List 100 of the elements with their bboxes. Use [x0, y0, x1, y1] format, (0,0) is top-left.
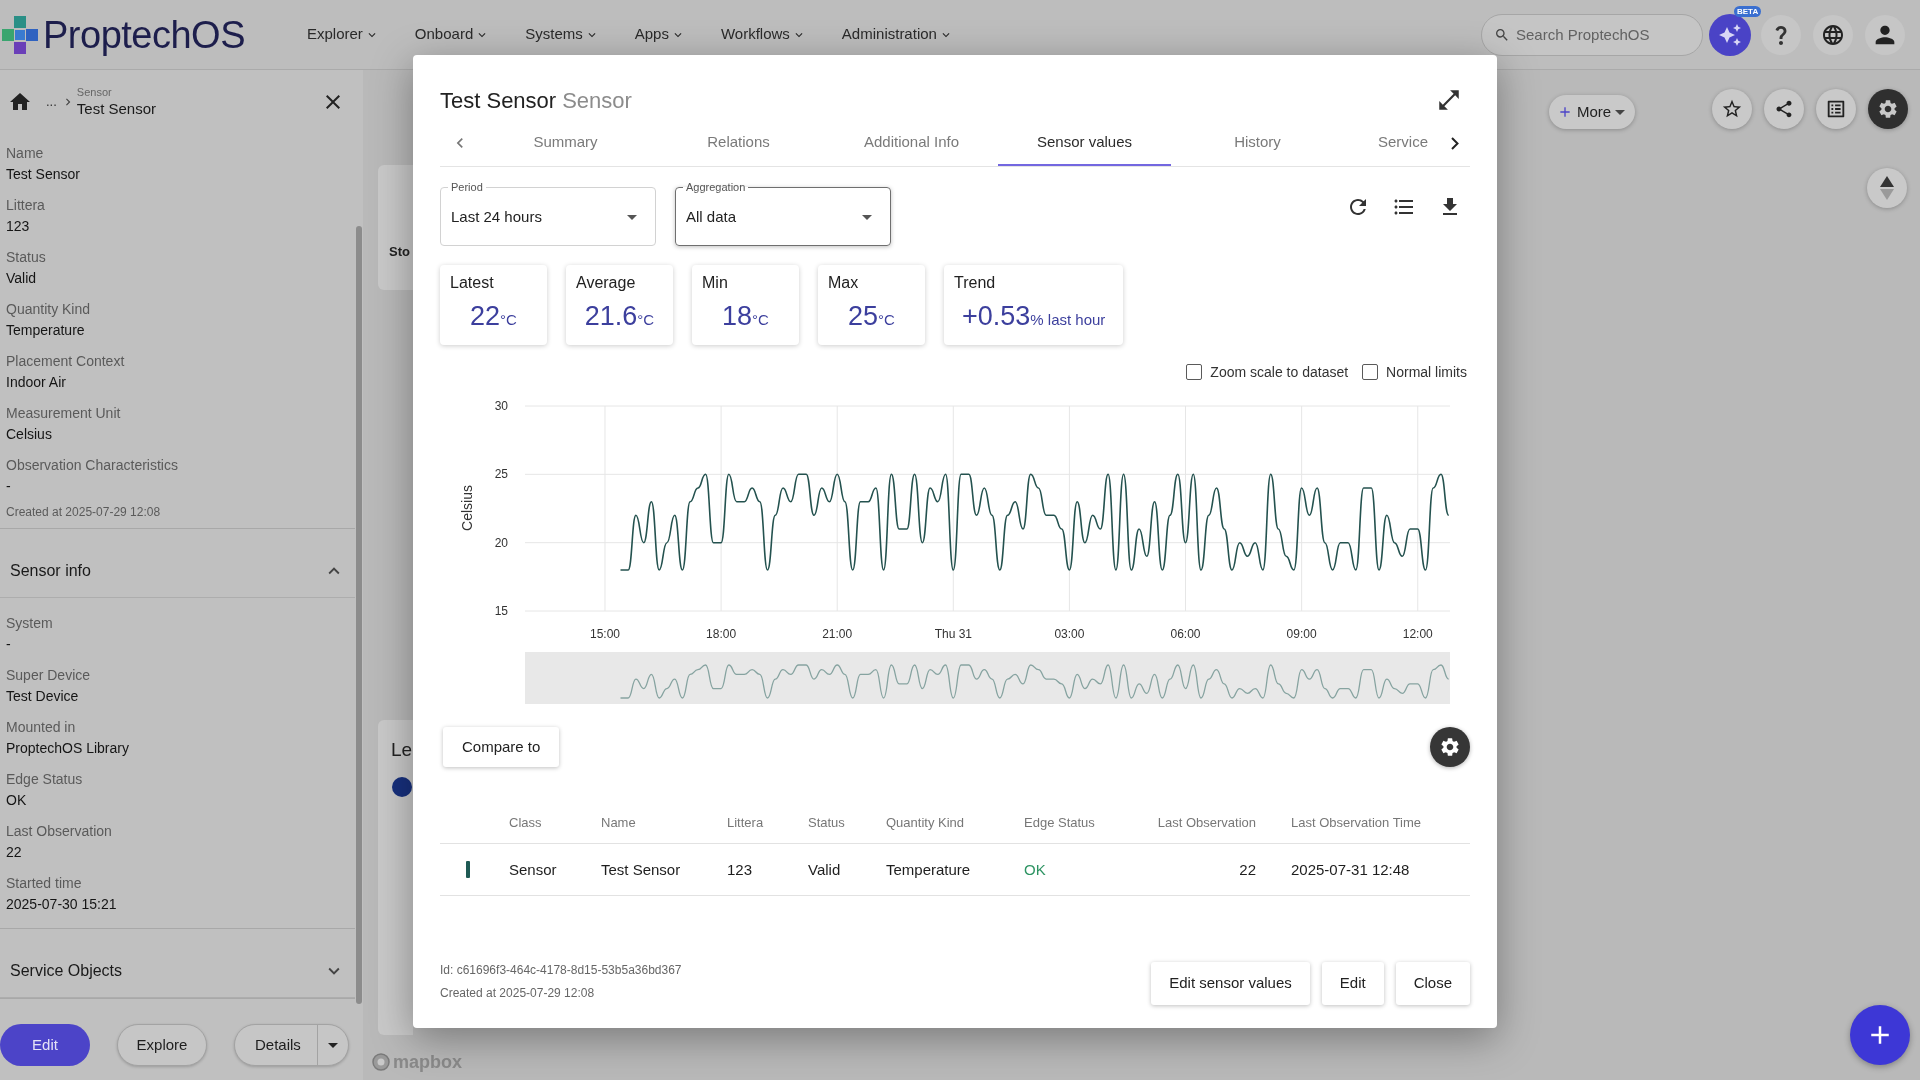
column-header: Last Observation Time	[1291, 814, 1422, 830]
dropdown-select[interactable]: Period Last 24 hours	[440, 181, 656, 246]
column-header: Status	[808, 814, 845, 830]
table-cell: OK	[1024, 860, 1046, 878]
tab[interactable]: Additional Info	[825, 120, 998, 166]
dropdown-select[interactable]: Aggregation All data	[675, 181, 891, 246]
account-button[interactable]	[1865, 14, 1905, 55]
share-icon	[1774, 99, 1794, 119]
table-cell: Valid	[808, 860, 841, 878]
attribution-logo-icon	[372, 1053, 390, 1071]
secondary-button[interactable]: Explore	[117, 1024, 207, 1066]
axis-tick-label: 25	[494, 467, 508, 482]
breadcrumb-ellipsis[interactable]: ...	[46, 92, 57, 112]
globe-icon	[1821, 22, 1845, 47]
nav-menu[interactable]: Onboard	[414, 23, 490, 46]
star-icon	[1721, 98, 1743, 120]
language-button[interactable]	[1813, 14, 1853, 55]
breadcrumb-type: Sensor	[76, 86, 112, 99]
nav-menu[interactable]: Workflows	[720, 23, 806, 46]
axis-tick-label: 03:00	[1054, 627, 1085, 641]
field-value: OK	[6, 791, 27, 810]
field-label: Observation Characteristics	[6, 456, 178, 475]
tab[interactable]: Sensor values	[998, 120, 1171, 166]
caret-down-icon	[1615, 109, 1626, 115]
settings-button[interactable]	[1430, 727, 1470, 767]
nav-menu[interactable]: Systems	[525, 23, 599, 46]
stat-value: 22°C	[469, 300, 518, 333]
stat-value: 25°C	[847, 300, 896, 333]
primary-button[interactable]: Edit	[0, 1024, 90, 1066]
field-label: Mounted in	[6, 718, 76, 737]
field-value: Temperature	[6, 321, 85, 340]
compass-icon	[1880, 176, 1894, 200]
field-value: Valid	[6, 269, 37, 288]
nav-menu[interactable]: Administration	[841, 23, 953, 46]
field-value: Indoor Air	[6, 373, 66, 392]
card-title: Le	[391, 738, 413, 762]
stat-label: Max	[828, 273, 859, 293]
scrollbar-thumb[interactable]	[356, 226, 362, 1004]
compare-button[interactable]: Compare to	[443, 727, 560, 767]
caret-down-icon	[627, 214, 637, 220]
search-icon	[1494, 26, 1510, 43]
axis-title: Celsius	[459, 485, 475, 531]
caret-down-icon	[327, 1042, 338, 1048]
stat-label: Trend	[954, 273, 996, 293]
stat-label: Min	[702, 273, 728, 293]
expand-icon[interactable]	[1436, 87, 1462, 113]
help-button[interactable]	[1761, 14, 1801, 55]
tab[interactable]: Relations	[652, 120, 825, 166]
field-value: -	[6, 635, 11, 654]
nav-menu[interactable]: Explorer	[307, 23, 379, 46]
axis-tick-label: 20	[494, 535, 508, 550]
field-value: Test Device	[6, 687, 79, 706]
column-header: Name	[601, 814, 636, 830]
field-label: System	[6, 614, 53, 633]
logo-icon	[2, 15, 38, 54]
field-label: Littera	[6, 196, 45, 215]
plus-icon	[1557, 104, 1573, 120]
tab[interactable]: Service	[1344, 120, 1440, 166]
column-header: Last Observation	[1157, 814, 1256, 830]
action-button[interactable]: Edit sensor values	[1151, 962, 1310, 1005]
field-label: Edge Status	[6, 770, 83, 789]
checkbox[interactable]	[1362, 364, 1379, 380]
breadcrumb-title: Test Sensor	[76, 99, 157, 118]
field-label: Started time	[6, 874, 82, 893]
tab[interactable]: History	[1171, 120, 1344, 166]
field-label: Name	[6, 144, 44, 163]
more-button[interactable]: More	[1549, 95, 1636, 129]
search-field[interactable]: Search ProptechOS	[1481, 13, 1703, 56]
settings-icon	[1877, 98, 1899, 120]
settings-icon	[1439, 736, 1461, 758]
field-value: ProptechOS Library	[6, 739, 129, 758]
field-value: 123	[6, 217, 30, 236]
beta-badge: BETA	[1734, 5, 1762, 17]
table-cell: Sensor	[509, 860, 557, 878]
checkbox[interactable]	[1186, 364, 1203, 380]
axis-tick-label: 15	[494, 604, 508, 618]
field-label: Placement Context	[6, 352, 125, 371]
field-label: Last Observation	[6, 822, 112, 841]
list-icon	[1825, 98, 1847, 120]
checkbox-label: Zoom scale to dataset	[1210, 362, 1349, 382]
assistant-button[interactable]	[1709, 13, 1751, 56]
action-button[interactable]: Edit	[1321, 962, 1384, 1005]
table-cell: 22	[1239, 860, 1256, 878]
created-date: Created at 2025-07-29 12:08	[440, 985, 595, 1002]
field-value: Celsius	[6, 425, 52, 444]
tab[interactable]: Summary	[479, 120, 652, 166]
record-id: Id: c61696f3-464c-4178-8d15-53b5a36bd367	[440, 962, 682, 979]
action-button[interactable]: Close	[1395, 962, 1470, 1005]
axis-tick-label: 30	[494, 399, 508, 413]
stat-value: 18°C	[721, 300, 770, 333]
stat-value: +0.53% last hour	[961, 300, 1107, 333]
field-label: Status	[6, 248, 46, 267]
stat-label: Average	[576, 273, 636, 293]
axis-tick-label: 06:00	[1170, 627, 1201, 641]
stat-label: Latest	[450, 273, 494, 293]
details-button[interactable]: Details	[235, 1025, 318, 1065]
table-cell: Test Sensor	[601, 860, 681, 878]
sparkle-icon	[1718, 22, 1742, 47]
axis-tick-label: 12:00	[1402, 627, 1433, 641]
nav-menu[interactable]: Apps	[634, 23, 685, 46]
